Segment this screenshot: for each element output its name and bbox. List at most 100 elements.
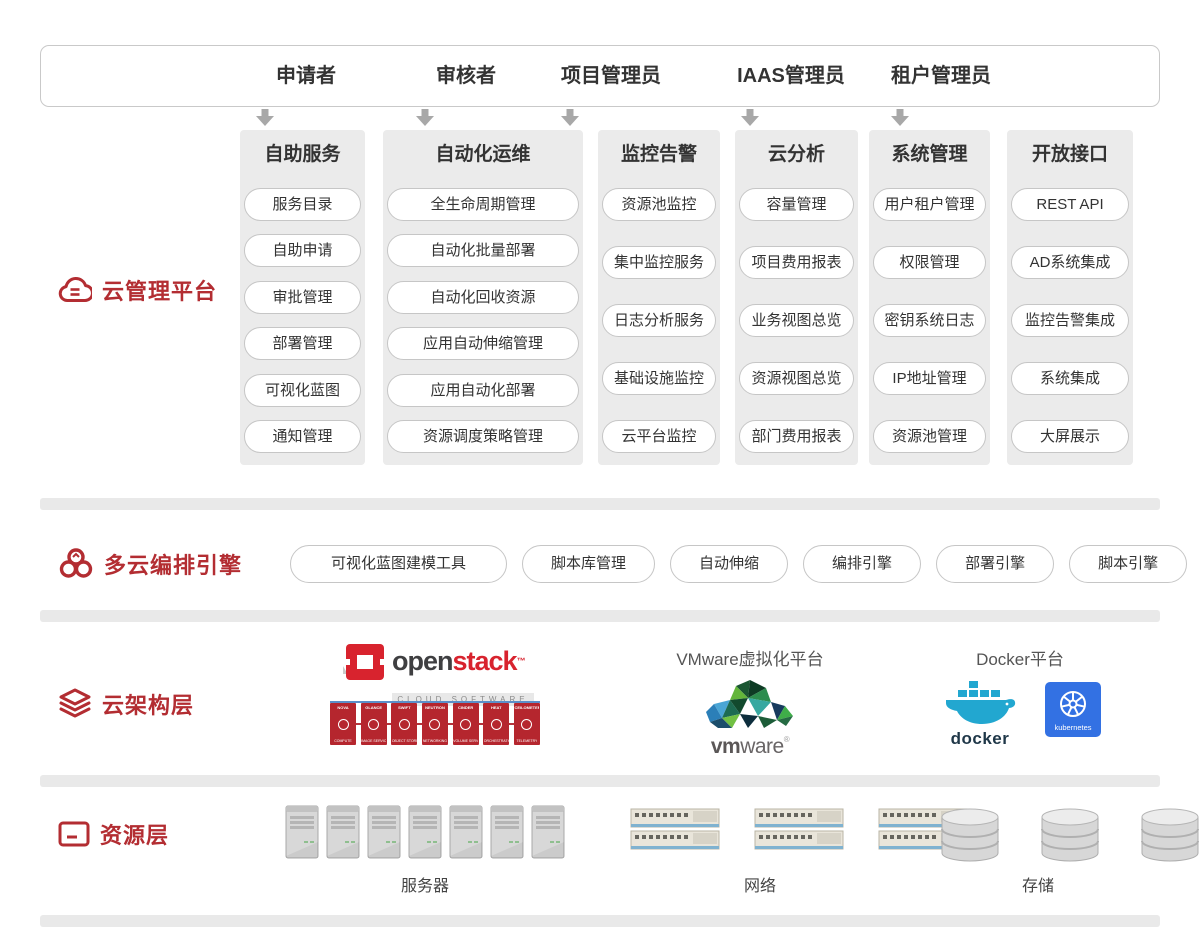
vmware-mosaic-icon [698, 678, 802, 734]
module-pill: 可视化蓝图 [244, 374, 361, 407]
vmware-logo: vmware® [695, 678, 805, 759]
storage-icon [1138, 805, 1201, 870]
module-pill: 集中监控服务 [602, 246, 716, 279]
vmware-wordmark: vmware® [695, 735, 805, 759]
module-pill: 部门费用报表 [739, 420, 854, 453]
openstack-glyph-icon [340, 642, 386, 691]
down-arrow-icon [561, 109, 579, 126]
server-icon [490, 803, 524, 866]
module-pill: 资源调度策略管理 [387, 420, 579, 453]
storage-icons [938, 805, 1201, 870]
column-title: 云分析 [739, 142, 854, 168]
module-pill: 大屏展示 [1011, 420, 1129, 453]
down-arrow-icon [741, 109, 759, 126]
server-group-label: 服务器 [345, 872, 505, 896]
column-items: 资源池监控集中监控服务日志分析服务基础设施监控云平台监控 [602, 188, 716, 453]
engine-button: 脚本库管理 [522, 545, 655, 583]
platform-column: 自助服务服务目录自助申请审批管理部署管理可视化蓝图通知管理 [240, 130, 365, 465]
role-label: 项目管理员 [511, 46, 711, 106]
module-pill: 系统集成 [1011, 362, 1129, 395]
module-pill: 部署管理 [244, 327, 361, 360]
platform-column: 系统管理用户租户管理权限管理密钥系统日志IP地址管理资源池管理 [869, 130, 990, 465]
column-title: 自助服务 [244, 142, 361, 168]
component-role: NETWORKING [423, 739, 447, 743]
section-title-architecture: 云架构层 [102, 688, 194, 720]
module-pill: 应用自动化部署 [387, 374, 579, 407]
openstack-component-tile: NOVA COMPUTE [330, 703, 356, 745]
engine-button: 编排引擎 [803, 545, 921, 583]
column-items: 容量管理项目费用报表业务视图总览资源视图总览部门费用报表 [739, 188, 854, 453]
module-pill: 通知管理 [244, 420, 361, 453]
module-pill: 云平台监控 [602, 420, 716, 453]
openstack-component-tile: CINDER VOLUME SERVICE [453, 703, 479, 745]
component-role: IMAGE SERVICE [361, 739, 386, 743]
cloud-platform-architecture-diagram: 申请者审核者项目管理员IAAS管理员租户管理员 云管理平台 自助服务服务目录自助… [0, 0, 1201, 949]
module-pill: 权限管理 [873, 246, 986, 279]
section-label-orchestration: 多云编排引擎 [58, 547, 242, 581]
column-title: 自动化运维 [387, 142, 579, 168]
component-icon [460, 719, 471, 730]
component-icon [491, 719, 502, 730]
module-pill: 基础设施监控 [602, 362, 716, 395]
section-divider [40, 498, 1160, 510]
platform-column: 自动化运维全生命周期管理自动化批量部署自动化回收资源应用自动伸缩管理应用自动化部… [383, 130, 583, 465]
component-role: VOLUME SERVICE [453, 739, 478, 743]
server-icons [285, 803, 565, 866]
server-icon [531, 803, 565, 866]
component-name: NOVA [337, 705, 348, 710]
column-items: 用户租户管理权限管理密钥系统日志IP地址管理资源池管理 [873, 188, 986, 453]
kubernetes-wordmark: kubernetes [1054, 723, 1091, 732]
role-label: 租户管理员 [841, 46, 1041, 106]
module-pill: 自动化批量部署 [387, 234, 579, 267]
engine-button: 脚本引擎 [1069, 545, 1187, 583]
docker-platform-title: Docker平台 [955, 645, 1085, 670]
column-items: REST APIAD系统集成监控告警集成系统集成大屏展示 [1011, 188, 1129, 453]
kubernetes-logo: kubernetes [1045, 682, 1101, 737]
network-icon [630, 805, 722, 860]
module-pill: 项目费用报表 [739, 246, 854, 279]
platform-column: 开放接口REST APIAD系统集成监控告警集成系统集成大屏展示 [1007, 130, 1133, 465]
module-pill: IP地址管理 [873, 362, 986, 395]
engine-buttons: 可视化蓝图建模工具脚本库管理自动伸缩编排引擎部署引擎脚本引擎 [290, 545, 1187, 583]
roles-bar: 申请者审核者项目管理员IAAS管理员租户管理员 [40, 45, 1160, 107]
server-icon [367, 803, 401, 866]
component-role: COMPUTE [334, 739, 352, 743]
module-pill: 应用自动伸缩管理 [387, 327, 579, 360]
section-label-architecture: 云架构层 [58, 688, 194, 720]
resource-card-icon [58, 819, 90, 849]
module-pill: 业务视图总览 [739, 304, 854, 337]
server-icon [285, 803, 319, 866]
storage-icon [1038, 805, 1102, 870]
component-icon [338, 719, 349, 730]
section-title-orchestration: 多云编排引擎 [104, 548, 242, 580]
component-name: NEUTRON [425, 705, 445, 710]
component-role: TELEMETRY [516, 739, 537, 743]
down-arrow-icon [891, 109, 909, 126]
platform-column: 云分析容量管理项目费用报表业务视图总览资源视图总览部门费用报表 [735, 130, 858, 465]
server-icon [408, 803, 442, 866]
section-label-resources: 资源层 [58, 818, 169, 850]
module-pill: 日志分析服务 [602, 304, 716, 337]
openstack-component-tile: NEUTRON NETWORKING [422, 703, 448, 745]
openstack-component-tile: SWIFTOBJECT STORE [391, 703, 417, 745]
module-pill: 自动化回收资源 [387, 281, 579, 314]
component-icon [521, 719, 532, 730]
section-title-resources: 资源层 [100, 818, 169, 850]
component-role: OBJECT STORE [392, 739, 417, 743]
openstack-components: NOVACOMPUTEGLANCEIMAGE SERVICESWIFTOBJEC… [330, 703, 540, 745]
component-icon [368, 719, 379, 730]
openstack-wordmark: openstack™ [392, 646, 525, 676]
module-pill: REST API [1011, 188, 1129, 221]
module-pill: AD系统集成 [1011, 246, 1129, 279]
openstack-component-tile: CEILOMETERTELEMETRY [514, 703, 540, 745]
module-pill: 自助申请 [244, 234, 361, 267]
layers-icon [58, 688, 92, 720]
platform-columns: 自助服务服务目录自助申请审批管理部署管理可视化蓝图通知管理自动化运维全生命周期管… [0, 130, 1201, 465]
storage-icon [938, 805, 1002, 870]
kubernetes-wheel-icon [1045, 682, 1101, 726]
module-pill: 全生命周期管理 [387, 188, 579, 221]
section-divider [40, 775, 1160, 787]
component-name: CINDER [458, 705, 473, 710]
column-title: 系统管理 [873, 142, 986, 168]
multi-cloud-icon [58, 547, 94, 581]
